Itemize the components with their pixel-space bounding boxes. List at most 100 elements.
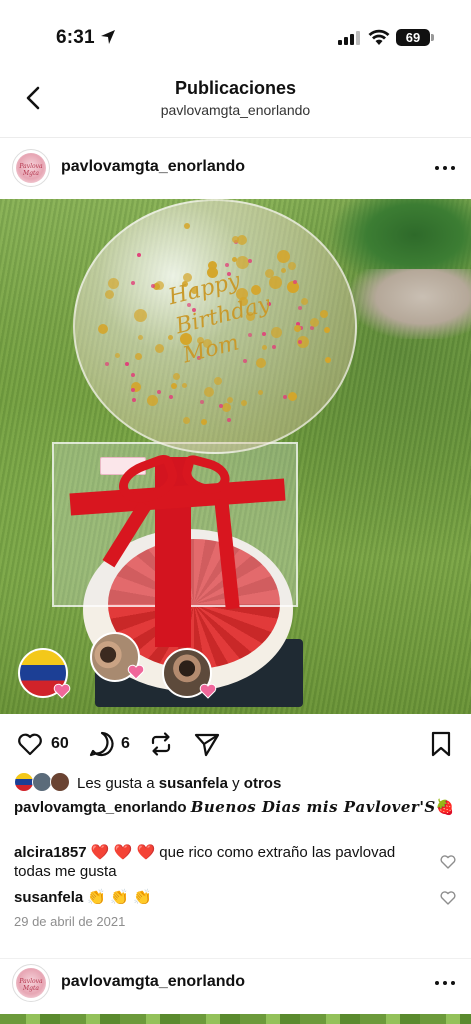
avatar-logo-text: Pavlova Mgta (19, 163, 43, 177)
location-arrow-icon (101, 30, 115, 44)
more-options-icon[interactable] (432, 973, 458, 993)
post-header: Pavlova Mgta pavlovamgta_enorlando (0, 145, 471, 193)
confetti-dot (298, 339, 303, 344)
status-bar: 6:31 69 (0, 0, 471, 68)
confetti-dot (218, 403, 223, 408)
comment-item: alcira1857 ❤️ ❤️ ❤️ que rico como extrañ… (14, 843, 434, 881)
post-username[interactable]: pavlovamgta_enorlando (61, 158, 245, 176)
confetti-dot (132, 398, 137, 403)
confetti-dot (104, 289, 114, 299)
like-count[interactable]: 60 (51, 735, 69, 753)
confetti-balloon: Happy Birthday Mom (73, 199, 357, 454)
like-heart-icon[interactable] (16, 730, 44, 758)
confetti-dot (133, 309, 147, 323)
likes-others[interactable]: otros (244, 775, 282, 792)
confetti-dot (225, 262, 230, 267)
nav-header: Publicaciones pavlovamgta_enorlando (0, 68, 471, 138)
post-image[interactable]: Happy Birthday Mom (0, 199, 471, 714)
liker-username[interactable]: susanfela (159, 775, 228, 792)
more-dot (435, 166, 439, 170)
avatar-logo: Pavlova Mgta (16, 968, 46, 998)
comment-icon[interactable] (88, 730, 116, 758)
likes-text: Les gusta a susanfela y otros (77, 775, 281, 792)
comment-like-icon[interactable] (440, 855, 456, 869)
share-send-icon[interactable] (193, 730, 221, 758)
confetti-dot (309, 326, 314, 331)
battery-indicator: 69 (396, 29, 430, 46)
bookmark-icon[interactable] (427, 730, 455, 758)
confetti-dot (169, 395, 174, 400)
confetti-dot (199, 400, 204, 405)
more-dot (435, 981, 439, 985)
confetti-dot (309, 318, 319, 328)
wifi-icon (368, 29, 390, 45)
comment-count[interactable]: 6 (121, 735, 130, 753)
battery-cap (431, 34, 434, 41)
page-subtitle: pavlovamgta_enorlando (160, 102, 311, 118)
divider (0, 958, 471, 959)
pink-heart-icon (127, 664, 145, 680)
comment-username[interactable]: susanfela (14, 889, 83, 906)
strawberry-emoji: 🍓 (435, 799, 455, 816)
pink-heart-icon (53, 683, 71, 699)
gravel (350, 269, 471, 339)
comment-like-icon[interactable] (440, 891, 456, 905)
confetti-dot (137, 335, 143, 341)
caption-username[interactable]: pavlovamgta_enorlando (14, 799, 187, 816)
confetti-dot (136, 252, 141, 257)
comment-username[interactable]: alcira1857 (14, 844, 87, 861)
comment-text: 👏 👏 👏 (87, 889, 152, 906)
confetti-dot (281, 268, 287, 274)
confetti-dot (104, 362, 109, 367)
confetti-dot (240, 399, 247, 406)
pink-heart-icon (199, 683, 217, 699)
post-username[interactable]: pavlovamgta_enorlando (61, 973, 245, 991)
confetti-dot (292, 280, 297, 285)
more-options-icon[interactable] (432, 158, 458, 178)
avatar-logo: Pavlova Mgta (16, 153, 46, 183)
confetti-dot (200, 418, 207, 425)
confetti-dot (170, 382, 177, 389)
confetti-dot (155, 344, 165, 354)
caption-text: 𝑩𝒖𝒆𝒏𝒐𝒔 𝑫𝒊𝒂𝒔 𝒎𝒊𝒔 𝑷𝒂𝒗𝒍𝒐𝒗𝒆𝒓'𝑺 (190, 798, 436, 816)
confetti-dot (288, 262, 297, 271)
confetti-dot (298, 306, 303, 311)
confetti-dot (207, 260, 217, 270)
avatar[interactable]: Pavlova Mgta (12, 149, 50, 187)
confetti-dot (301, 298, 309, 306)
more-dot (443, 981, 447, 985)
confetti-dot (324, 357, 331, 364)
likes-prefix: Les gusta a (77, 775, 155, 792)
post-caption: pavlovamgta_enorlando 𝑩𝒖𝒆𝒏𝒐𝒔 𝑫𝒊𝒂𝒔 𝒎𝒊𝒔 𝑷𝒂… (14, 797, 459, 818)
page-title: Publicaciones (174, 78, 297, 98)
comment-item: susanfela 👏 👏 👏 (14, 888, 434, 907)
cellular-signal-icon (338, 31, 360, 45)
confetti-dot (227, 396, 234, 403)
confetti-dot (282, 394, 287, 399)
avatar-logo-text: Pavlova Mgta (19, 978, 43, 992)
post-actions: 60 6 (0, 722, 471, 766)
confetti-dot (222, 402, 232, 412)
confetti-dot (155, 280, 165, 290)
confetti-dot (130, 372, 135, 377)
confetti-dot (324, 326, 331, 333)
confetti-dot (203, 387, 214, 398)
confetti-dot (226, 417, 231, 422)
confetti-dot (107, 278, 119, 290)
repost-icon[interactable] (147, 730, 175, 758)
more-dot (451, 166, 455, 170)
avatar[interactable]: Pavlova Mgta (12, 964, 50, 1002)
confetti-dot (135, 353, 143, 361)
next-post-image[interactable] (0, 1014, 471, 1024)
confetti-dot (213, 377, 222, 386)
more-dot (451, 981, 455, 985)
confetti-dot (288, 391, 298, 401)
status-time: 6:31 (56, 27, 95, 48)
confetti-dot (276, 249, 290, 263)
likes-summary[interactable]: Les gusta a susanfela y otros (0, 770, 471, 796)
post-date: 29 de abril de 2021 (14, 914, 126, 929)
confetti-dot (172, 373, 180, 381)
confetti-dot (97, 323, 108, 334)
liker-avatar (32, 772, 52, 792)
confetti-dot (182, 383, 188, 389)
